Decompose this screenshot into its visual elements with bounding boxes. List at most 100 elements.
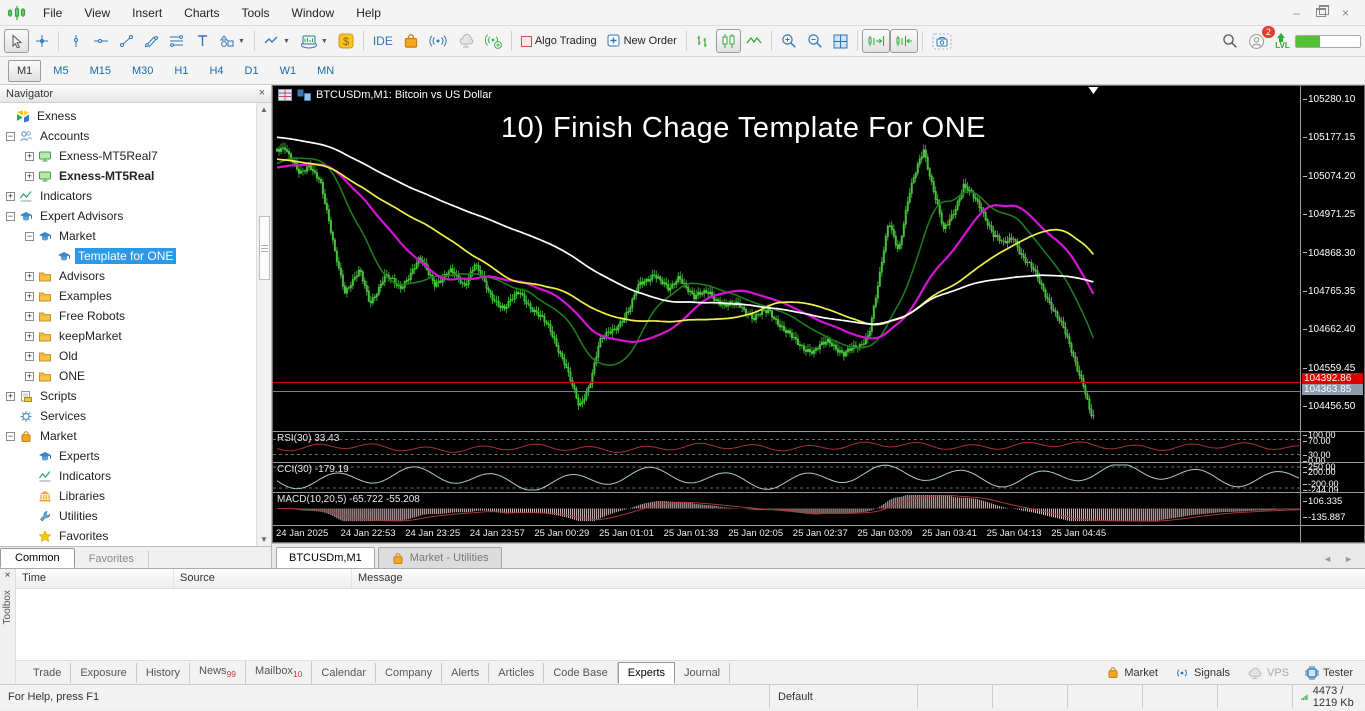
statusbar-tester-button[interactable]: Tester (1305, 665, 1353, 680)
scrollbar-thumb[interactable] (258, 216, 270, 280)
menu-window[interactable]: Window (281, 2, 346, 24)
toolbox-tab-mailbox[interactable]: Mailbox10 (246, 661, 313, 684)
statusbar-market-button[interactable]: Market (1106, 666, 1158, 679)
tile-windows-button[interactable] (828, 29, 853, 53)
search-button[interactable] (1217, 29, 1243, 53)
shapes-tool-button[interactable]: ▼ (215, 29, 250, 53)
tree-expand-toggle[interactable]: − (6, 211, 15, 221)
nav-item-free-robots[interactable]: + Free Robots (0, 306, 256, 326)
nav-item-experts[interactable]: Experts (0, 446, 256, 466)
auto-scroll-button[interactable] (889, 29, 918, 53)
nav-item-expert-advisors[interactable]: − Expert Advisors (0, 206, 256, 226)
chart-tab-market-utilities[interactable]: Market - Utilities (377, 547, 502, 568)
timeframe-h1[interactable]: H1 (165, 60, 197, 82)
tab-scroll-right-icon[interactable]: ► (1344, 554, 1353, 564)
notifications-button[interactable]: 2 (1243, 26, 1275, 53)
nav-item-exness-mt5real7[interactable]: + Exness-MT5Real7 (0, 146, 256, 166)
column-time[interactable]: Time (16, 569, 174, 588)
menu-charts[interactable]: Charts (173, 2, 230, 24)
vertical-line-tool-button[interactable] (63, 29, 88, 53)
navigator-tab-favorites[interactable]: Favorites (75, 550, 149, 568)
equidistant-lines-tool-button[interactable] (164, 29, 190, 53)
tree-expand-toggle[interactable]: − (6, 431, 15, 441)
menu-insert[interactable]: Insert (121, 2, 173, 24)
tree-expand-toggle[interactable]: + (25, 331, 34, 341)
timeframe-mn[interactable]: MN (308, 60, 343, 82)
trendline-tool-button[interactable] (114, 29, 139, 53)
nav-item-old[interactable]: + Old (0, 346, 256, 366)
nav-item-examples[interactable]: + Examples (0, 286, 256, 306)
toolbox-tab-exposure[interactable]: Exposure (71, 662, 137, 683)
nav-item-one[interactable]: + ONE (0, 366, 256, 386)
ide-button[interactable]: IDE (368, 29, 398, 53)
tree-expand-toggle[interactable]: + (25, 171, 34, 181)
timeframe-h4[interactable]: H4 (200, 60, 232, 82)
timeframe-m15[interactable]: M15 (81, 60, 120, 82)
toolbox-tab-code-base[interactable]: Code Base (544, 662, 618, 683)
close-button[interactable]: × (1342, 6, 1349, 20)
statusbar-signals-button[interactable]: Signals (1174, 667, 1230, 679)
tree-expand-toggle[interactable]: + (25, 291, 34, 301)
timeframe-m5[interactable]: M5 (44, 60, 77, 82)
menu-help[interactable]: Help (345, 2, 392, 24)
toolbox-tab-history[interactable]: History (137, 662, 191, 683)
tree-expand-toggle[interactable]: − (6, 131, 15, 141)
price-axis[interactable]: 105280.10 105177.15 105074.20 104971.25 1048… (1300, 86, 1364, 431)
zoom-in-button[interactable] (776, 29, 802, 53)
nav-item-favorites[interactable]: Favorites (0, 526, 256, 546)
macd-pane[interactable]: MACD(10,20,5) -65.722 -55.208 106.335 -13… (273, 492, 1364, 525)
timeframe-d1[interactable]: D1 (236, 60, 268, 82)
tree-expand-toggle[interactable]: + (25, 271, 34, 281)
nav-item-services[interactable]: Services (0, 406, 256, 426)
nav-item-indicators[interactable]: + Indicators (0, 186, 256, 206)
column-message[interactable]: Message (352, 569, 1365, 588)
nav-item-libraries[interactable]: Libraries (0, 486, 256, 506)
bar-chart-type-button[interactable] (691, 29, 716, 53)
market-button[interactable] (398, 29, 424, 53)
navigator-tab-common[interactable]: Common (0, 548, 75, 568)
indicators-dropdown-button[interactable]: ▼ (295, 29, 333, 53)
minimize-button[interactable]: – (1293, 6, 1300, 20)
menu-file[interactable]: File (32, 2, 73, 24)
cursor-mode-dropdown-button[interactable]: ▼ (259, 29, 295, 53)
timeframe-m30[interactable]: M30 (123, 60, 162, 82)
cursor-tool-button[interactable] (4, 29, 29, 53)
nav-item-keepmarket[interactable]: + keepMarket (0, 326, 256, 346)
algo-trading-button[interactable]: Algo Trading (516, 29, 602, 53)
rsi-pane[interactable]: RSI(30) 33.43 100.00 70.00 30.00 0.00 (273, 430, 1364, 466)
tree-expand-toggle[interactable]: + (25, 311, 34, 321)
toolbox-close-button[interactable]: × (5, 570, 11, 582)
nav-item-template-for-one[interactable]: Template for ONE (0, 246, 256, 266)
menu-view[interactable]: View (73, 2, 121, 24)
cci-pane[interactable]: CCI(30) -179.19 250.00 200.00 -200.00 -244.… (273, 462, 1364, 495)
time-axis[interactable]: 24 Jan 2025 24 Jan 22:53 24 Jan 23:25 24 Ja… (273, 525, 1364, 542)
chart-tab-btcusdm-m1[interactable]: BTCUSDm,M1 (276, 547, 375, 568)
tree-expand-toggle[interactable]: − (25, 231, 34, 241)
nav-item-exness[interactable]: Exness (0, 106, 256, 126)
zoom-out-button[interactable] (802, 29, 828, 53)
nav-item-exness-mt5real[interactable]: + Exness-MT5Real (0, 166, 256, 186)
timeframe-w1[interactable]: W1 (271, 60, 306, 82)
tab-scroll-left-icon[interactable]: ◄ (1323, 554, 1332, 564)
screenshot-button[interactable] (927, 29, 957, 53)
nav-item-market[interactable]: − Market (0, 226, 256, 246)
toolbox-tab-calendar[interactable]: Calendar (312, 662, 377, 683)
chart-shift-button[interactable] (861, 29, 890, 53)
nav-item-utilities[interactable]: Utilities (0, 506, 256, 526)
column-source[interactable]: Source (174, 569, 352, 588)
tree-expand-toggle[interactable]: + (6, 191, 15, 201)
channel-tool-button[interactable] (139, 29, 164, 53)
timeframe-m1[interactable]: M1 (8, 59, 42, 82)
text-tool-button[interactable] (190, 29, 215, 53)
candlestick-chart-type-button[interactable] (715, 29, 741, 53)
depth-of-market-icon[interactable] (278, 89, 292, 101)
nav-item-indicators[interactable]: Indicators (0, 466, 256, 486)
tree-expand-toggle[interactable]: + (6, 391, 15, 401)
nav-item-accounts[interactable]: − Accounts (0, 126, 256, 146)
crosshair-tool-button[interactable] (29, 29, 54, 53)
nav-item-market[interactable]: − Market (0, 426, 256, 446)
toolbox-tab-journal[interactable]: Journal (675, 662, 731, 683)
line-chart-type-button[interactable] (741, 29, 767, 53)
restore-button[interactable] (1315, 5, 1329, 17)
toolbox-tab-alerts[interactable]: Alerts (442, 662, 490, 683)
